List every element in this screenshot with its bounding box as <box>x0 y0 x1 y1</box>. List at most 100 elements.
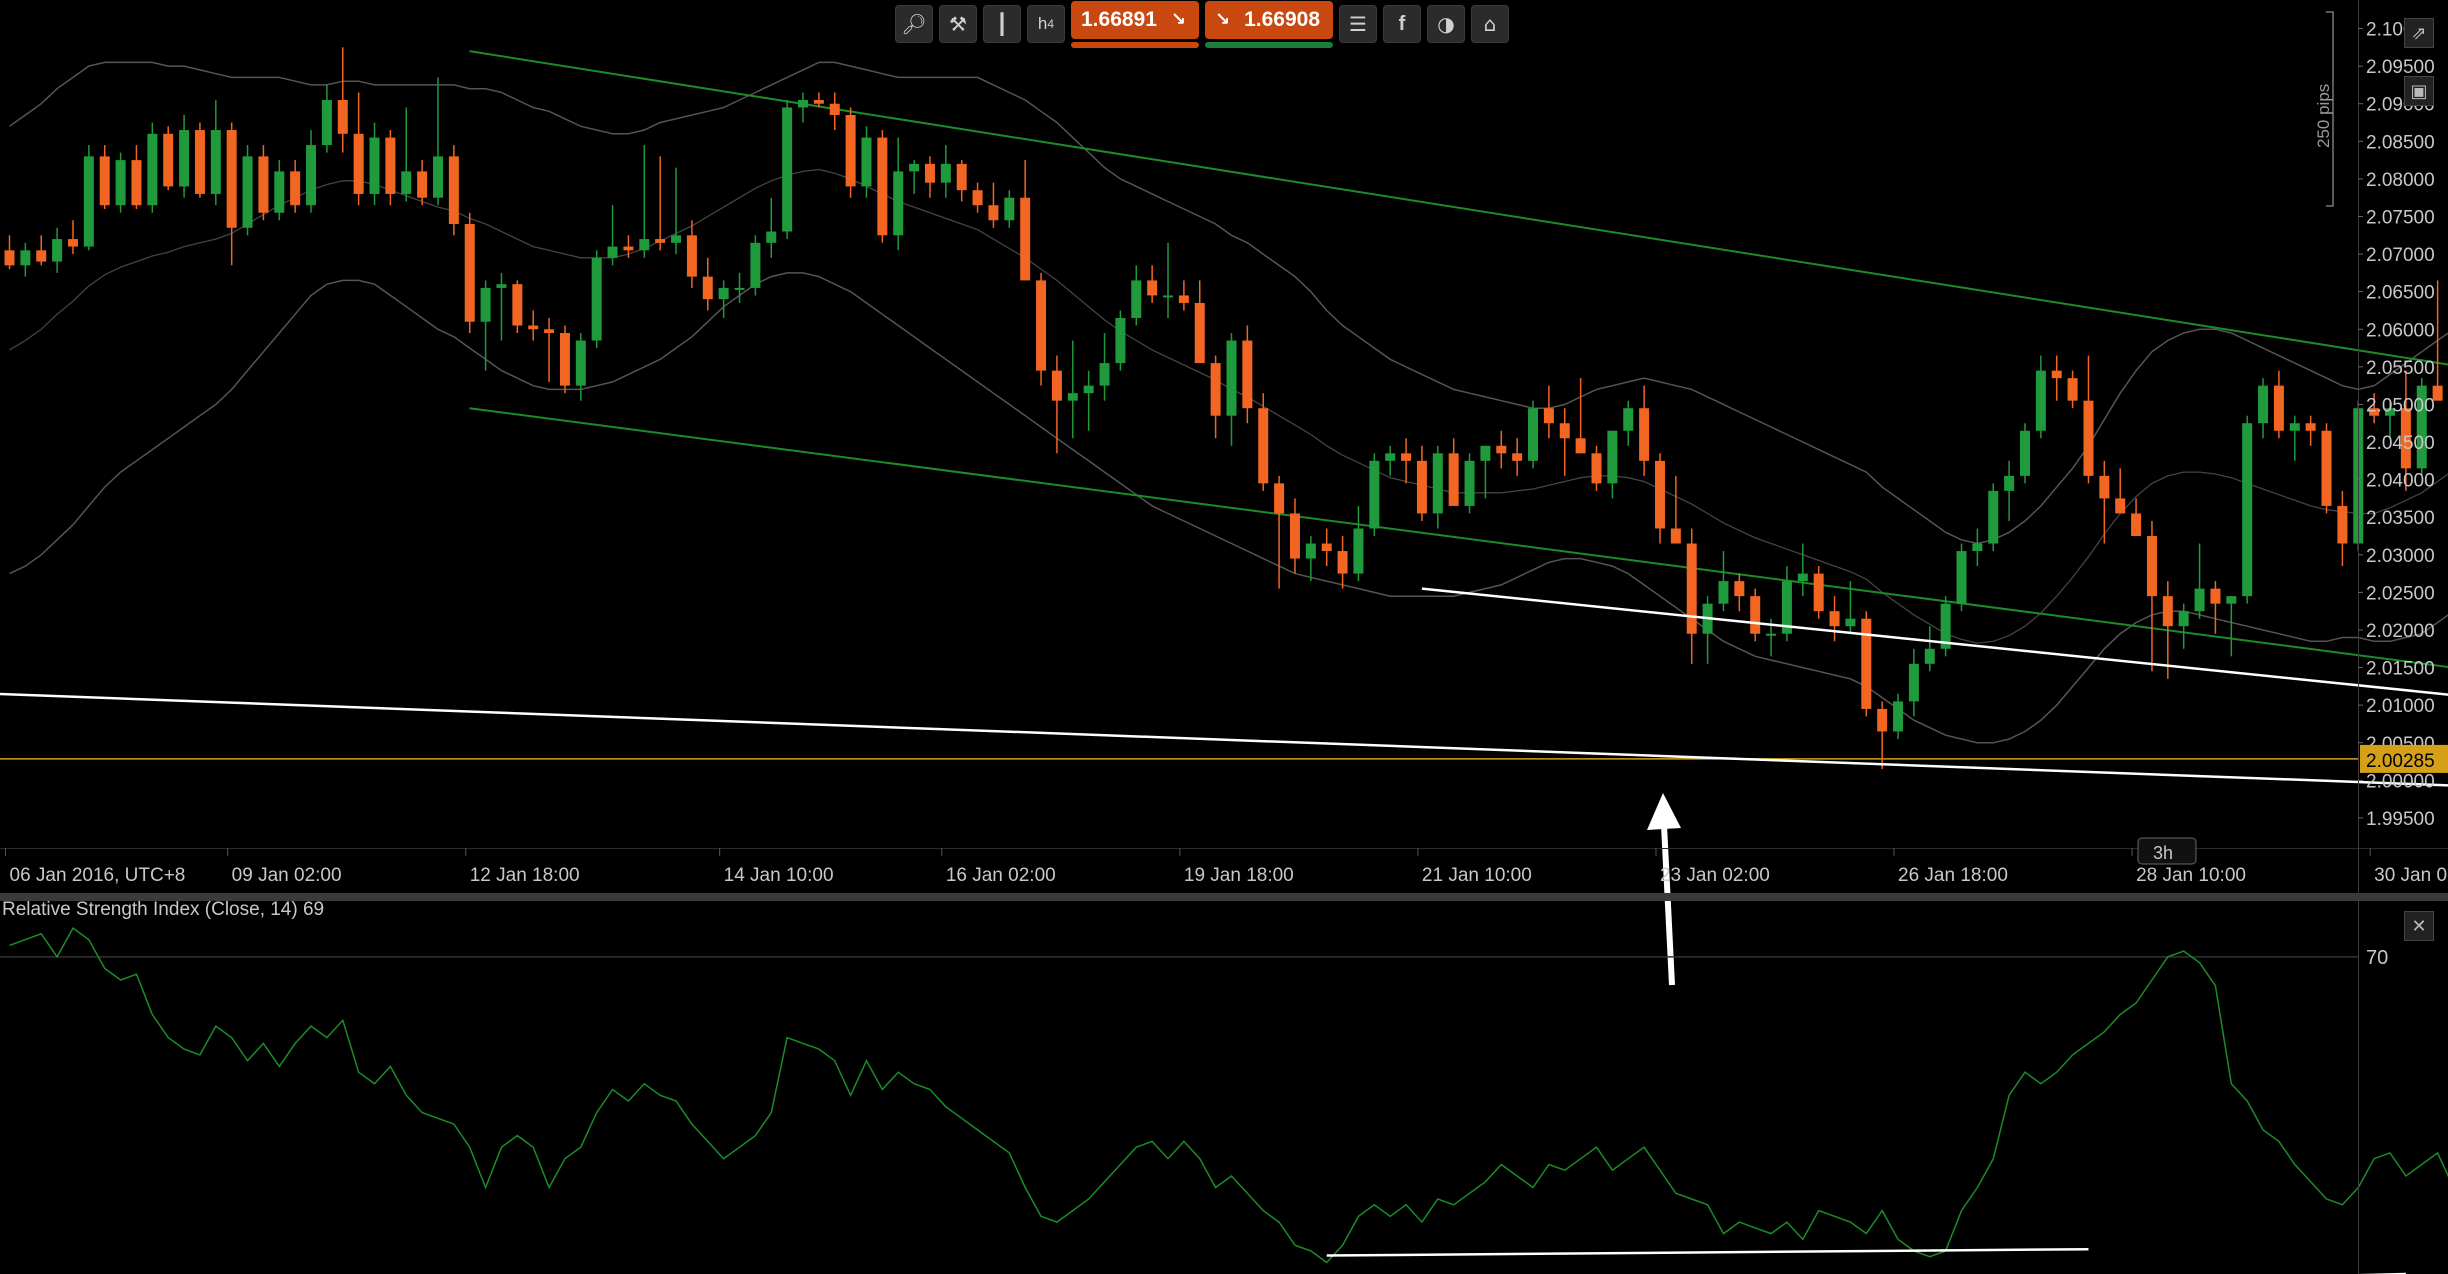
candle-body <box>686 235 697 277</box>
buy-bar <box>1205 41 1333 48</box>
candle-body <box>417 171 428 198</box>
candle-body <box>1908 663 1919 702</box>
candle-body <box>1559 423 1570 439</box>
candle-body <box>1845 618 1856 627</box>
candle-body <box>1956 551 1967 604</box>
bollinger-upper <box>9 61 2448 545</box>
layout-icon[interactable]: ☰ <box>1339 5 1377 43</box>
candle-body <box>972 190 983 206</box>
popout-icon[interactable]: ⇗ <box>2404 18 2434 48</box>
candle-body <box>1591 453 1602 484</box>
x-tick-label: 19 Jan 18:00 <box>1184 865 1294 886</box>
candle-body <box>1305 543 1316 559</box>
candle-body <box>1972 543 1983 552</box>
zoom-icon[interactable]: 🔎︎ <box>895 5 933 43</box>
panel-divider <box>0 893 2448 901</box>
candle-body <box>1734 581 1745 597</box>
candle-body <box>290 171 301 206</box>
candle-body <box>1194 302 1205 364</box>
candle-body <box>353 133 364 194</box>
candle-body <box>813 99 824 104</box>
x-tick-label: 26 Jan 18:00 <box>1898 865 2008 886</box>
chart-settings-icon[interactable]: ⚒ <box>939 5 977 43</box>
y-tick-label: 2.06500 <box>2366 283 2435 304</box>
candle-body <box>432 156 443 198</box>
candle-body <box>337 99 348 134</box>
candle-body <box>1416 460 1427 514</box>
candle-body <box>1289 513 1300 559</box>
candle-body <box>2162 596 2173 627</box>
candle-body <box>2115 498 2126 514</box>
candle-body <box>1766 633 1777 636</box>
candle-body <box>1607 430 1618 484</box>
candle-body <box>655 239 666 243</box>
candle-body <box>1036 280 1047 371</box>
rsi-title: Relative Strength Index (Close, 14) 69 <box>2 899 325 920</box>
candle-body <box>1480 445 1491 461</box>
buy-button[interactable]: ↘ 1.66908 <box>1205 0 1333 39</box>
candles-icon[interactable]: ┃ <box>983 5 1021 43</box>
y-tick-label: 2.02000 <box>2366 621 2435 642</box>
candle-body <box>1004 197 1015 221</box>
candle-body <box>1258 408 1269 484</box>
y-tick-label: 2.04500 <box>2366 433 2435 454</box>
y-tick-label: 2.09500 <box>2366 57 2435 78</box>
sell-button[interactable]: 1.66891 ↘ <box>1071 0 1199 39</box>
axes: 2.100002.095002.090002.085002.080002.075… <box>0 0 2448 1274</box>
candle-body <box>115 160 126 206</box>
candle-body <box>909 163 920 172</box>
candle-body <box>528 325 539 330</box>
buy-price: 1.66908 <box>1244 7 1321 31</box>
x-tick-label: 06 Jan 2016, UTC+8 <box>10 865 186 886</box>
main-chart-area[interactable] <box>0 47 2448 986</box>
y-tick-label: 2.02500 <box>2366 583 2435 604</box>
y-tick-label: 2.07000 <box>2366 245 2435 266</box>
candle-body <box>845 115 856 187</box>
candle-body <box>1385 453 1396 461</box>
candle-body <box>512 284 523 326</box>
timeframe-label: h <box>1037 14 1048 33</box>
timeframe-sub: 4 <box>1047 17 1055 31</box>
facebook-icon[interactable]: f <box>1383 5 1421 43</box>
price-badge-label: 2.00285 <box>2366 751 2435 772</box>
candle-body <box>36 250 47 262</box>
candle-body <box>1274 483 1285 514</box>
candle-body <box>2305 423 2316 431</box>
candle-body <box>1813 573 1824 612</box>
x-tick-label: 23 Jan 02:00 <box>1660 865 1770 886</box>
candle-body <box>1575 438 1586 454</box>
candle-body <box>1147 280 1158 296</box>
candle-body <box>591 257 602 341</box>
candle-body <box>1083 385 1094 394</box>
trendline-1 <box>1421 587 2448 696</box>
candle-body <box>401 171 412 194</box>
candle-body <box>2067 378 2078 401</box>
candle-body <box>1131 280 1142 318</box>
trading-chart[interactable]: 2.100002.095002.090002.085002.080002.075… <box>0 0 2448 1274</box>
candle-body <box>2004 475 2015 491</box>
rsi-panel[interactable] <box>0 926 2448 1274</box>
y-tick-label: 2.05000 <box>2366 395 2435 416</box>
candle-body <box>623 246 634 251</box>
close-icon[interactable]: ✕ <box>2404 911 2434 941</box>
candle-body <box>194 130 205 194</box>
candle-body <box>2194 588 2205 612</box>
x-tick-label: 28 Jan 10:00 <box>2136 865 2246 886</box>
candle-body <box>782 107 793 232</box>
candle-body <box>1512 453 1523 461</box>
candle-body <box>861 137 872 187</box>
candle-body <box>480 287 491 322</box>
time-badge-label: 3h <box>2153 843 2173 863</box>
candle-body <box>496 284 507 288</box>
x-tick-label: 09 Jan 02:00 <box>232 865 342 886</box>
channel-upper-line <box>469 50 2448 366</box>
theme-icon[interactable]: ◑ <box>1427 5 1465 43</box>
candle-body <box>559 333 570 386</box>
candle-body <box>1353 528 1364 574</box>
candle-body <box>1670 528 1681 544</box>
candle-body <box>2321 430 2332 506</box>
candle-body <box>1750 596 1761 634</box>
timeframe-button[interactable]: h4 <box>1027 5 1065 43</box>
screenshot-icon[interactable]: ▣ <box>2404 76 2434 106</box>
trader-icon[interactable]: ⌂ <box>1471 5 1509 43</box>
